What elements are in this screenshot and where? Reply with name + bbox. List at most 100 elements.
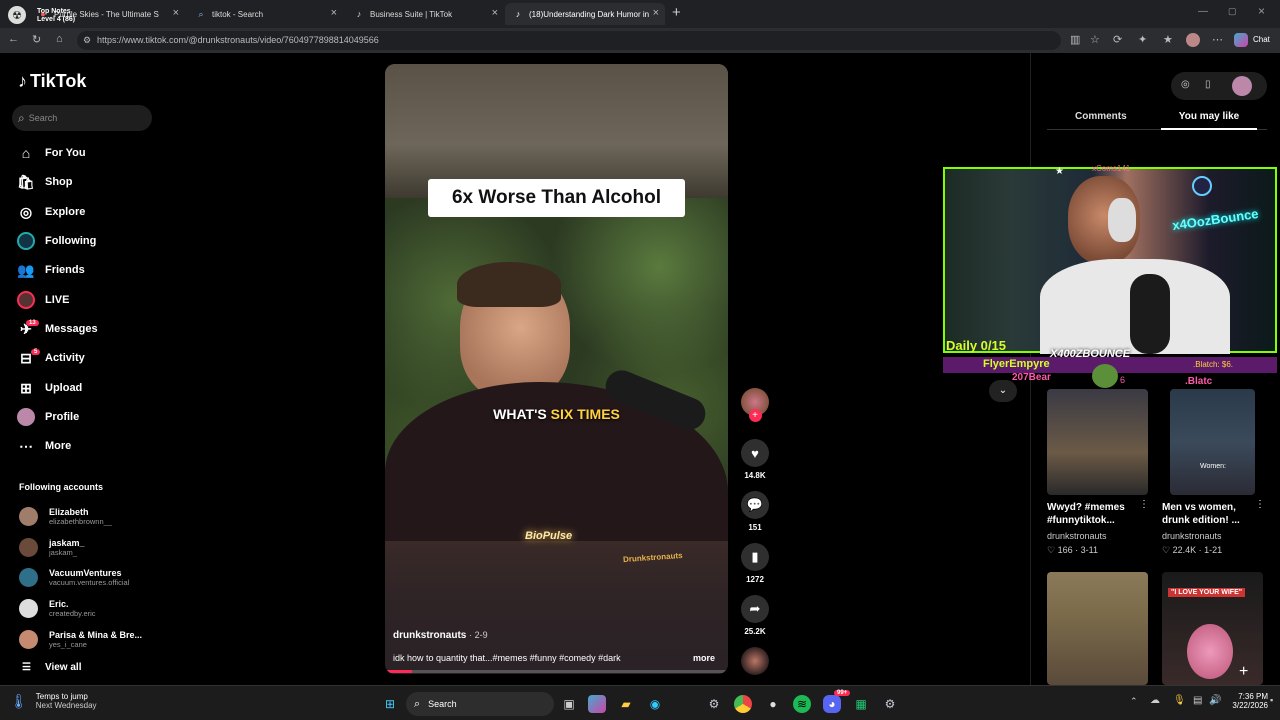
- steam-client-icon[interactable]: ⚙: [881, 695, 899, 713]
- card-title[interactable]: Men vs women, drunk edition! ...: [1162, 501, 1254, 527]
- creator-avatar-button[interactable]: +: [740, 388, 770, 422]
- notification-icon[interactable]: ▪: [1270, 695, 1273, 705]
- more-button[interactable]: more: [693, 653, 715, 663]
- favorites-bar-icon[interactable]: ★: [1163, 33, 1173, 46]
- clock[interactable]: 7:36 PM 3/22/2026: [1226, 692, 1268, 710]
- friends-icon: 👥: [17, 261, 35, 278]
- excel-icon[interactable]: ▦: [852, 695, 870, 713]
- nav-following[interactable]: Following: [16, 229, 96, 253]
- video-card[interactable]: Women:: [1170, 389, 1255, 495]
- tip-text: .Blatch: $6.: [1193, 360, 1234, 369]
- tab-business-suite[interactable]: ♪ Business Suite | TikTok ×: [346, 3, 504, 25]
- windows-start-icon[interactable]: ⊞: [381, 695, 399, 713]
- extensions-icon[interactable]: ⟳: [1113, 33, 1122, 46]
- close-tab-icon[interactable]: ×: [331, 7, 337, 19]
- save-button[interactable]: ▮ 1272: [740, 543, 770, 584]
- nav-upload[interactable]: ⊞ Upload: [16, 376, 82, 400]
- nav-activity[interactable]: ⊟ Activity: [16, 346, 85, 370]
- home-icon[interactable]: ⌂: [56, 33, 63, 45]
- discord-icon[interactable]: ◕: [823, 695, 841, 713]
- reload-icon[interactable]: ↻: [32, 33, 41, 46]
- cloud-icon[interactable]: ☁: [1150, 695, 1160, 706]
- home-icon: ⌂: [21, 145, 31, 161]
- browser-tab-bar: ☢ ● Purple Skies - The Ultimate S × Top …: [0, 0, 1280, 28]
- chat-button[interactable]: Chat: [1253, 35, 1270, 44]
- card-menu-icon[interactable]: ⋮: [1139, 499, 1149, 510]
- account-jaskam[interactable]: jaskam_ jaskam_: [19, 533, 85, 561]
- video-player[interactable]: 6x Worse Than Alcohol WHAT'S SIX TIMES B…: [385, 64, 728, 674]
- spotify-icon[interactable]: ≋: [793, 695, 811, 713]
- chrome-icon[interactable]: [734, 695, 752, 713]
- nav-live[interactable]: LIVE: [16, 288, 69, 312]
- device-icon[interactable]: ▯: [1205, 79, 1211, 90]
- profile-avatar[interactable]: [1186, 33, 1200, 47]
- account-elizabeth[interactable]: Elizabeth elizabethbrownn__: [19, 502, 112, 530]
- show-hidden-icons[interactable]: ⌃: [1130, 696, 1138, 707]
- daily-goal: Daily 0/15: [946, 338, 1006, 353]
- tiktok-logo[interactable]: ♪ TikTok: [18, 71, 86, 92]
- card-author[interactable]: drunkstronauts: [1047, 531, 1107, 541]
- url-input[interactable]: ⚙ https://www.tiktok.com/@drunkstronauts…: [77, 31, 1061, 50]
- follow-plus-icon[interactable]: +: [748, 409, 762, 422]
- like-button[interactable]: ♥ 14.8K: [740, 439, 770, 480]
- copilot-icon[interactable]: [588, 695, 606, 713]
- steam-icon[interactable]: ⚙: [705, 695, 723, 713]
- nav-shop[interactable]: 🛍 Shop: [16, 170, 72, 194]
- close-tab-icon[interactable]: ×: [653, 7, 659, 19]
- nav-friends[interactable]: 👥 Friends: [16, 258, 84, 282]
- card-title[interactable]: Wwyd? #memes #funnytiktok...: [1047, 501, 1139, 527]
- site-info-icon[interactable]: ⚙: [83, 31, 91, 50]
- puzzle-icon[interactable]: ✦: [1138, 33, 1147, 46]
- close-window-icon[interactable]: ×: [1258, 4, 1265, 18]
- close-tab-icon[interactable]: ×: [173, 7, 179, 19]
- video-card[interactable]: [1047, 389, 1148, 495]
- tab-tiktok-search[interactable]: ⌕ tiktok - Search ×: [188, 3, 343, 25]
- file-explorer-icon[interactable]: ▰: [617, 695, 635, 713]
- tab-comments[interactable]: Comments: [1075, 111, 1127, 122]
- coin-icon[interactable]: ◎: [1181, 79, 1190, 90]
- video-author[interactable]: drunkstronauts: [393, 630, 466, 641]
- add-button[interactable]: +: [1239, 663, 1248, 681]
- scroll-down-button[interactable]: ⌄: [989, 380, 1017, 402]
- avatar[interactable]: [1232, 76, 1252, 96]
- search-input[interactable]: ⌕ Search: [12, 105, 152, 131]
- edge-icon[interactable]: ◉: [646, 695, 664, 713]
- favorite-icon[interactable]: ☆: [1090, 33, 1100, 46]
- tab-understanding-dark-humor[interactable]: ♪ (18)Understanding Dark Humor in ×: [505, 3, 665, 25]
- new-tab-button[interactable]: +: [672, 4, 681, 21]
- account-parisa[interactable]: Parisa & Mina & Bre... yes_i_cane: [19, 625, 142, 653]
- comment-button[interactable]: 💬 151: [740, 491, 770, 532]
- card-thumb-text: "I LOVE YOUR WIFE": [1168, 588, 1246, 597]
- tab-you-may-like[interactable]: You may like: [1161, 111, 1257, 122]
- nav-for-you[interactable]: ⌂ For You: [16, 141, 86, 165]
- taskbar-search[interactable]: ⌕ Search: [406, 692, 554, 716]
- account-vacuumventures[interactable]: VacuumVentures vacuum.ventures.official: [19, 563, 129, 591]
- account-eric[interactable]: Eric. createdby.eric: [19, 594, 96, 622]
- split-view-icon[interactable]: ▥: [1070, 33, 1080, 46]
- copilot-icon[interactable]: [1234, 33, 1248, 47]
- volume-icon[interactable]: 🔊: [1209, 695, 1221, 706]
- browser-profile-icon[interactable]: ☢: [8, 6, 26, 24]
- video-card[interactable]: [1047, 572, 1148, 685]
- view-all-link[interactable]: ☰ View all: [22, 662, 81, 673]
- nav-more[interactable]: ⋯ More: [16, 434, 71, 458]
- task-view-icon[interactable]: ▣: [560, 695, 578, 713]
- progress-track[interactable]: [385, 670, 728, 673]
- maximize-icon[interactable]: ▢: [1228, 6, 1237, 17]
- close-tab-icon[interactable]: ×: [492, 7, 498, 19]
- mic-icon[interactable]: 🎙: [1173, 695, 1186, 706]
- more-menu-icon[interactable]: ⋯: [1212, 33, 1223, 46]
- github-icon[interactable]: ●: [764, 695, 782, 713]
- card-author[interactable]: drunkstronauts: [1162, 531, 1222, 541]
- back-icon[interactable]: ←: [8, 33, 19, 45]
- share-button[interactable]: ➦ 25.2K: [740, 595, 770, 636]
- nav-explore[interactable]: ◎ Explore: [16, 200, 85, 224]
- card-menu-icon[interactable]: ⋮: [1255, 499, 1265, 510]
- card-date: · 1-21: [1198, 545, 1223, 555]
- sound-disc-button[interactable]: [740, 647, 770, 675]
- network-icon[interactable]: ▤: [1193, 695, 1202, 706]
- nav-profile[interactable]: Profile: [16, 405, 79, 429]
- account-name: Elizabeth: [49, 506, 89, 517]
- minimize-icon[interactable]: —: [1198, 6, 1208, 17]
- weather-widget[interactable]: 🌡 Temps to jump Next Wednesday: [10, 692, 97, 710]
